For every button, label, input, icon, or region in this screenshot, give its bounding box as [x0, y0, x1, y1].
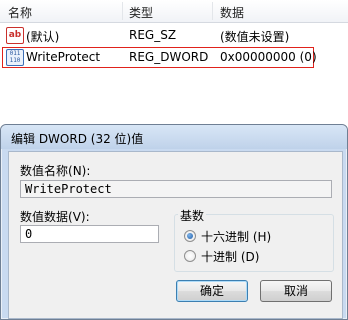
cancel-button[interactable]: 取消	[260, 280, 332, 302]
dialog-client-area: 数值名称(N): WriteProtect 数值数据(V): 0 基数 十六进制…	[8, 151, 343, 319]
base-group-title: 基数	[178, 207, 207, 224]
binary-value-icon: 011 110	[6, 49, 24, 66]
registry-value-data: 0x00000000 (0)	[220, 50, 317, 64]
registry-list-header: 名称 类型 数据	[0, 0, 348, 23]
value-data-input[interactable]: 0	[20, 225, 159, 243]
registry-value-type: REG_SZ	[129, 28, 177, 42]
edit-dword-dialog: 编辑 DWORD (32 位)值 数值名称(N): WriteProtect 数…	[0, 124, 348, 320]
string-value-icon: ab	[6, 27, 24, 44]
dialog-title: 编辑 DWORD (32 位)值	[11, 132, 144, 146]
value-name-field[interactable]: WriteProtect	[20, 180, 332, 198]
column-separator[interactable]	[122, 2, 123, 20]
registry-value-type: REG_DWORD	[129, 50, 209, 64]
ok-button[interactable]: 确定	[176, 280, 248, 302]
column-header-data[interactable]: 数据	[220, 4, 244, 21]
value-data-label: 数值数据(V):	[20, 210, 90, 224]
dialog-titlebar[interactable]: 编辑 DWORD (32 位)值	[1, 125, 347, 149]
decimal-radio-label[interactable]: 十进制 (D)	[201, 248, 259, 265]
hex-radio[interactable]	[184, 230, 196, 242]
registry-value-name: (默认)	[26, 30, 60, 44]
column-header-name[interactable]: 名称	[8, 4, 32, 21]
registry-row-default[interactable]: ab (默认) REG_SZ (数值未设置)	[0, 25, 348, 45]
value-name-label: 数值名称(N):	[20, 164, 91, 178]
registry-row-writeprotect[interactable]: 011 110 WriteProtect REG_DWORD 0x0000000…	[2, 47, 317, 68]
registry-value-data: (数值未设置)	[220, 30, 290, 44]
decimal-radio[interactable]	[184, 250, 196, 262]
registry-value-name: WriteProtect	[26, 50, 101, 64]
hex-radio-label[interactable]: 十六进制 (H)	[201, 228, 271, 245]
column-header-type[interactable]: 类型	[129, 4, 153, 21]
column-separator[interactable]	[212, 2, 213, 20]
